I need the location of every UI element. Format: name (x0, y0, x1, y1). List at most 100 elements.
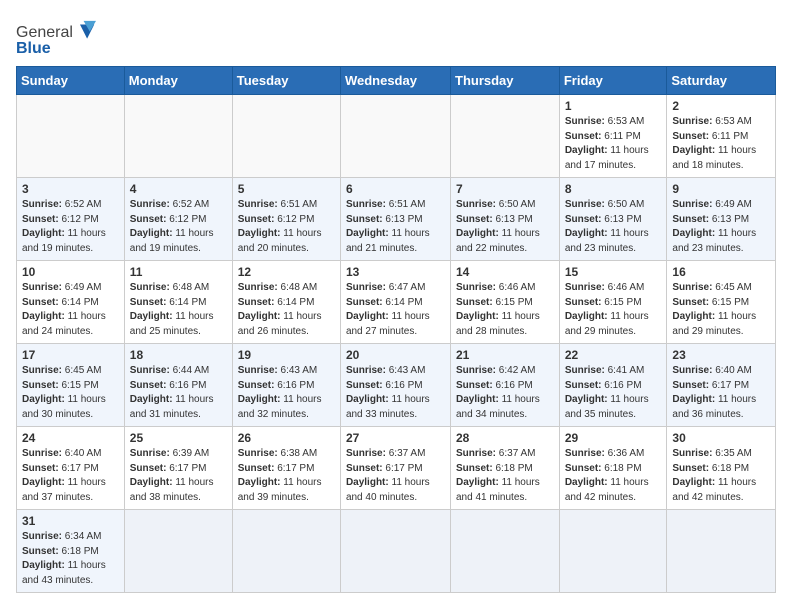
generalblue-logo: General Blue (16, 16, 96, 56)
calendar-cell: 24Sunrise: 6:40 AMSunset: 6:17 PMDayligh… (17, 427, 125, 510)
day-number: 11 (130, 265, 227, 279)
calendar-cell: 12Sunrise: 6:48 AMSunset: 6:14 PMDayligh… (232, 261, 340, 344)
weekday-header-friday: Friday (559, 67, 667, 95)
calendar-cell: 2 Sunrise: 6:53 AMSunset: 6:11 PMDaylight… (667, 95, 776, 178)
calendar-cell: 22 Sunrise: 6:41 AMSunset: 6:16 PMDayligh… (559, 344, 667, 427)
calendar-cell (124, 95, 232, 178)
day-number: 12 (238, 265, 335, 279)
calendar-cell (232, 95, 340, 178)
calendar-cell: 8 Sunrise: 6:50 AMSunset: 6:13 PMDaylight… (559, 178, 667, 261)
calendar-cell: 13 Sunrise: 6:47 AMSunset: 6:14 PMDayligh… (340, 261, 450, 344)
day-info: Sunrise: 6:40 AMSunset: 6:17 PMDaylight:… (672, 364, 770, 422)
day-info: Sunrise: 6:38 AMSunset: 6:17 PMDaylight:… (238, 447, 335, 505)
calendar-cell: 21Sunrise: 6:42 AMSunset: 6:16 PMDayligh… (451, 344, 560, 427)
calendar-cell: 30 Sunrise: 6:35 AMSunset: 6:18 PMDayligh… (667, 427, 776, 510)
day-info: Sunrise: 6:39 AMSunset: 6:17 PMDaylight:… (130, 447, 227, 505)
day-info: Sunrise: 6:50 AMSunset: 6:13 PMDaylight:… (456, 198, 554, 256)
calendar-cell: 26 Sunrise: 6:38 AMSunset: 6:17 PMDayligh… (232, 427, 340, 510)
calendar-cell (340, 510, 450, 593)
calendar-cell: 10 Sunrise: 6:49 AMSunset: 6:14 PMDayligh… (17, 261, 125, 344)
calendar-cell (559, 510, 667, 593)
day-info: Sunrise: 6:46 AMSunset: 6:15 PMDaylight:… (456, 281, 554, 339)
calendar-cell: 27 Sunrise: 6:37 AMSunset: 6:17 PMDayligh… (340, 427, 450, 510)
day-number: 21 (456, 348, 554, 362)
day-info: Sunrise: 6:51 AMSunset: 6:13 PMDaylight:… (346, 198, 445, 256)
day-number: 10 (22, 265, 119, 279)
day-info: Sunrise: 6:49 AMSunset: 6:14 PMDaylight:… (22, 281, 119, 339)
calendar-header-row: SundayMondayTuesdayWednesdayThursdayFrid… (17, 67, 776, 95)
calendar-cell (340, 95, 450, 178)
calendar-cell (17, 95, 125, 178)
weekday-header-thursday: Thursday (451, 67, 560, 95)
day-info: Sunrise: 6:41 AMSunset: 6:16 PMDaylight:… (565, 364, 662, 422)
day-number: 27 (346, 431, 445, 445)
calendar-week-5: 24Sunrise: 6:40 AMSunset: 6:17 PMDayligh… (17, 427, 776, 510)
day-number: 31 (22, 514, 119, 528)
calendar-week-4: 17 Sunrise: 6:45 AMSunset: 6:15 PMDayligh… (17, 344, 776, 427)
svg-text:Blue: Blue (16, 40, 51, 56)
calendar-cell: 17 Sunrise: 6:45 AMSunset: 6:15 PMDayligh… (17, 344, 125, 427)
day-number: 18 (130, 348, 227, 362)
day-info: Sunrise: 6:45 AMSunset: 6:15 PMDaylight:… (22, 364, 119, 422)
calendar-cell: 31Sunrise: 6:34 AMSunset: 6:18 PMDayligh… (17, 510, 125, 593)
calendar-cell: 7 Sunrise: 6:50 AMSunset: 6:13 PMDaylight… (451, 178, 560, 261)
day-info: Sunrise: 6:53 AMSunset: 6:11 PMDaylight:… (672, 115, 770, 173)
day-number: 8 (565, 182, 662, 196)
day-number: 1 (565, 99, 662, 113)
day-number: 30 (672, 431, 770, 445)
day-info: Sunrise: 6:35 AMSunset: 6:18 PMDaylight:… (672, 447, 770, 505)
day-number: 5 (238, 182, 335, 196)
calendar-table: SundayMondayTuesdayWednesdayThursdayFrid… (16, 66, 776, 593)
calendar-cell: 18 Sunrise: 6:44 AMSunset: 6:16 PMDayligh… (124, 344, 232, 427)
day-info: Sunrise: 6:50 AMSunset: 6:13 PMDaylight:… (565, 198, 662, 256)
day-info: Sunrise: 6:52 AMSunset: 6:12 PMDaylight:… (22, 198, 119, 256)
day-info: Sunrise: 6:43 AMSunset: 6:16 PMDaylight:… (238, 364, 335, 422)
day-info: Sunrise: 6:36 AMSunset: 6:18 PMDaylight:… (565, 447, 662, 505)
calendar-cell: 4Sunrise: 6:52 AMSunset: 6:12 PMDaylight… (124, 178, 232, 261)
day-number: 20 (346, 348, 445, 362)
day-info: Sunrise: 6:45 AMSunset: 6:15 PMDaylight:… (672, 281, 770, 339)
day-number: 28 (456, 431, 554, 445)
day-number: 26 (238, 431, 335, 445)
day-info: Sunrise: 6:44 AMSunset: 6:16 PMDaylight:… (130, 364, 227, 422)
day-info: Sunrise: 6:47 AMSunset: 6:14 PMDaylight:… (346, 281, 445, 339)
weekday-header-saturday: Saturday (667, 67, 776, 95)
day-number: 29 (565, 431, 662, 445)
calendar-week-1: 1 Sunrise: 6:53 AMSunset: 6:11 PMDaylight… (17, 95, 776, 178)
day-number: 2 (672, 99, 770, 113)
weekday-header-tuesday: Tuesday (232, 67, 340, 95)
day-number: 17 (22, 348, 119, 362)
day-number: 23 (672, 348, 770, 362)
day-number: 24 (22, 431, 119, 445)
calendar-cell: 29 Sunrise: 6:36 AMSunset: 6:18 PMDayligh… (559, 427, 667, 510)
day-info: Sunrise: 6:37 AMSunset: 6:18 PMDaylight:… (456, 447, 554, 505)
calendar-cell (451, 510, 560, 593)
weekday-header-wednesday: Wednesday (340, 67, 450, 95)
day-number: 13 (346, 265, 445, 279)
weekday-header-monday: Monday (124, 67, 232, 95)
calendar-cell (232, 510, 340, 593)
day-number: 9 (672, 182, 770, 196)
day-number: 25 (130, 431, 227, 445)
calendar-cell (667, 510, 776, 593)
day-number: 22 (565, 348, 662, 362)
day-info: Sunrise: 6:43 AMSunset: 6:16 PMDaylight:… (346, 364, 445, 422)
day-info: Sunrise: 6:46 AMSunset: 6:15 PMDaylight:… (565, 281, 662, 339)
day-info: Sunrise: 6:49 AMSunset: 6:13 PMDaylight:… (672, 198, 770, 256)
calendar-cell: 20 Sunrise: 6:43 AMSunset: 6:16 PMDayligh… (340, 344, 450, 427)
day-number: 4 (130, 182, 227, 196)
calendar-cell: 9 Sunrise: 6:49 AMSunset: 6:13 PMDaylight… (667, 178, 776, 261)
day-number: 19 (238, 348, 335, 362)
day-number: 6 (346, 182, 445, 196)
day-number: 16 (672, 265, 770, 279)
calendar-week-6: 31Sunrise: 6:34 AMSunset: 6:18 PMDayligh… (17, 510, 776, 593)
calendar-cell: 28 Sunrise: 6:37 AMSunset: 6:18 PMDayligh… (451, 427, 560, 510)
day-info: Sunrise: 6:53 AMSunset: 6:11 PMDaylight:… (565, 115, 662, 173)
calendar-cell: 16 Sunrise: 6:45 AMSunset: 6:15 PMDayligh… (667, 261, 776, 344)
calendar-cell: 14Sunrise: 6:46 AMSunset: 6:15 PMDayligh… (451, 261, 560, 344)
day-info: Sunrise: 6:37 AMSunset: 6:17 PMDaylight:… (346, 447, 445, 505)
day-number: 7 (456, 182, 554, 196)
calendar-cell: 19 Sunrise: 6:43 AMSunset: 6:16 PMDayligh… (232, 344, 340, 427)
calendar-week-2: 3Sunrise: 6:52 AMSunset: 6:12 PMDaylight… (17, 178, 776, 261)
calendar-cell: 1 Sunrise: 6:53 AMSunset: 6:11 PMDaylight… (559, 95, 667, 178)
